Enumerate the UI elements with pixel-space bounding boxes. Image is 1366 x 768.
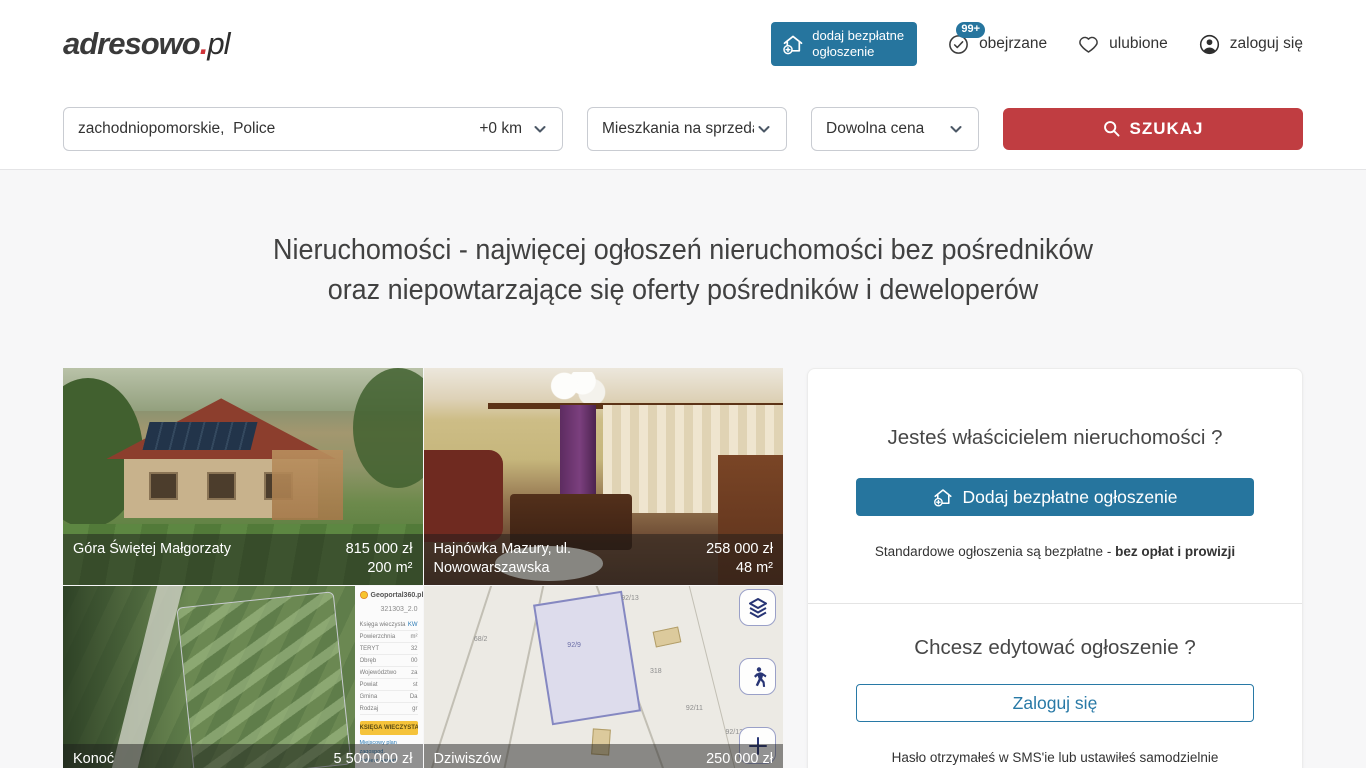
listing-name: Dziwiszów — [434, 750, 502, 768]
parcel-number: 318 — [650, 668, 662, 675]
location-input[interactable]: zachodniopomorskie, Police +0 km — [63, 107, 563, 151]
photo-window — [207, 472, 236, 500]
listing-price-area: 815 000 zł 200 m² — [346, 540, 413, 578]
favorites-label: ulubione — [1109, 35, 1168, 53]
chevron-down-icon — [532, 121, 548, 137]
photo-window — [149, 472, 178, 500]
listing-card[interactable]: Góra Świętej Małgorzaty 815 000 zł 200 m… — [63, 368, 423, 585]
login-link[interactable]: zaloguj się — [1198, 33, 1303, 56]
map-highlighted-parcel — [533, 591, 641, 725]
price-select[interactable]: Dowolna cena — [811, 107, 979, 151]
add-listing-label: dodaj bezpłatne ogłoszenie — [812, 28, 904, 59]
viewed-link[interactable]: 99+ obejrzane — [947, 33, 1047, 56]
listing-caption: Góra Świętej Małgorzaty 815 000 zł 200 m… — [63, 534, 423, 585]
search-icon — [1102, 119, 1121, 138]
sidebar-add-listing-label: Dodaj bezpłatne ogłoszenie — [962, 487, 1177, 508]
photo-pergola — [272, 450, 344, 519]
listing-grid: Góra Świętej Małgorzaty 815 000 zł 200 m… — [63, 368, 783, 768]
check-circle-icon: 99+ — [947, 33, 970, 56]
add-listing-button[interactable]: dodaj bezpłatne ogłoszenie — [771, 22, 917, 65]
parcel-id: 321303_2.0 — [360, 606, 418, 613]
owner-section: Jesteś właścicielem nieruchomości ? Doda… — [808, 369, 1302, 603]
house-plus-icon — [781, 32, 805, 56]
listing-card[interactable]: Hajnówka Mazury, ul. Nowowarszawska 258 … — [424, 368, 784, 585]
site-logo[interactable]: adresowo.pl — [63, 26, 229, 62]
listing-name: Góra Świętej Małgorzaty — [73, 540, 231, 578]
price-value: Dowolna cena — [826, 120, 924, 138]
listing-card[interactable]: 92/13 68/2 92/9 318 92/11 92/12 — [424, 586, 784, 768]
viewed-count-badge: 99+ — [956, 22, 985, 38]
chevron-down-icon — [948, 121, 964, 137]
map-pedestrian-icon — [739, 658, 776, 695]
radius-select[interactable]: +0 km — [479, 120, 548, 138]
logo-tld: pl — [207, 26, 229, 61]
main-content: Góra Świętej Małgorzaty 815 000 zł 200 m… — [0, 310, 1366, 768]
sidebar-panel: Jesteś właścicielem nieruchomości ? Doda… — [807, 368, 1303, 768]
photo-solar-panels — [142, 422, 257, 450]
geoportal-panel: Geoportal360.pl 321303_2.0 Księga wieczy… — [355, 586, 423, 768]
map-field — [177, 591, 352, 768]
listing-card[interactable]: Geoportal360.pl 321303_2.0 Księga wieczy… — [63, 586, 423, 768]
geoportal-logo-icon — [360, 591, 368, 599]
chevron-down-icon — [756, 121, 772, 137]
map-boundary-line — [424, 586, 495, 768]
photo-armchair — [424, 450, 503, 541]
listing-price-area: 258 000 zł 48 m² — [706, 540, 773, 578]
map-building — [652, 627, 681, 648]
page-title: Nieruchomości - najwięcej ogłoszeń nieru… — [48, 230, 1318, 310]
listing-caption: Konoć 5 500 000 zł — [63, 744, 423, 768]
listing-name: Hajnówka Mazury, ul. Nowowarszawska — [434, 540, 634, 578]
header-actions: dodaj bezpłatne ogłoszenie 99+ obejrzane… — [771, 22, 1303, 65]
sidebar-login-button[interactable]: Zaloguj się — [856, 684, 1254, 722]
search-submit-label: SZUKAJ — [1129, 119, 1203, 139]
favorites-link[interactable]: ulubione — [1077, 33, 1168, 56]
logo-word: adresowo — [63, 26, 200, 61]
sidebar-add-listing-button[interactable]: Dodaj bezpłatne ogłoszenie — [856, 478, 1254, 516]
edit-section: Chcesz edytować ogłoszenie ? Zaloguj się… — [808, 603, 1302, 768]
listing-area: 200 m² — [346, 559, 413, 578]
viewed-label: obejrzane — [979, 35, 1047, 53]
login-label: zaloguj się — [1230, 35, 1303, 53]
location-value: zachodniopomorskie, Police — [78, 120, 275, 138]
heart-icon — [1077, 33, 1100, 56]
photo-lamp — [546, 372, 607, 402]
parcel-number: 92/11 — [686, 705, 703, 712]
parcel-number: 92/13 — [621, 595, 639, 602]
listing-price: 5 500 000 zł — [333, 750, 412, 768]
listing-price: 258 000 zł — [706, 540, 773, 559]
category-value: Mieszkania na sprzedaż — [602, 120, 754, 138]
search-bar: zachodniopomorskie, Police +0 km Mieszka… — [0, 88, 1366, 170]
parcel-number: 92/9 — [567, 642, 581, 649]
parcel-number: 68/2 — [474, 636, 488, 643]
listing-name: Konoć — [73, 750, 114, 768]
listing-price: 250 000 zł — [706, 750, 773, 768]
owner-heading: Jesteś właścicielem nieruchomości ? — [856, 426, 1254, 450]
radius-value: +0 km — [479, 120, 522, 138]
geoportal-button: KSIĘGA WIECZYSTA — [360, 721, 418, 735]
listing-price: 815 000 zł — [346, 540, 413, 559]
map-layers-icon — [739, 589, 776, 626]
search-submit-button[interactable]: SZUKAJ — [1003, 108, 1303, 150]
geoportal-brand: Geoportal360.pl — [360, 591, 418, 599]
listing-caption: Hajnówka Mazury, ul. Nowowarszawska 258 … — [424, 534, 784, 585]
edit-heading: Chcesz edytować ogłoszenie ? — [856, 636, 1254, 660]
user-circle-icon — [1198, 33, 1221, 56]
map-controls — [739, 589, 776, 764]
listing-area: 48 m² — [706, 559, 773, 578]
listing-caption: Dziwiszów 250 000 zł — [424, 744, 784, 768]
hero-section: Nieruchomości - najwięcej ogłoszeń nieru… — [0, 170, 1366, 310]
edit-note: Hasło otrzymałeś w SMS'ie lub ustawiłeś … — [856, 750, 1254, 765]
owner-note: Standardowe ogłoszenia są bezpłatne - be… — [856, 544, 1254, 559]
house-plus-icon — [932, 486, 954, 508]
top-header: adresowo.pl dodaj bezpłatne ogłoszenie — [0, 0, 1366, 88]
category-select[interactable]: Mieszkania na sprzedaż — [587, 107, 787, 151]
